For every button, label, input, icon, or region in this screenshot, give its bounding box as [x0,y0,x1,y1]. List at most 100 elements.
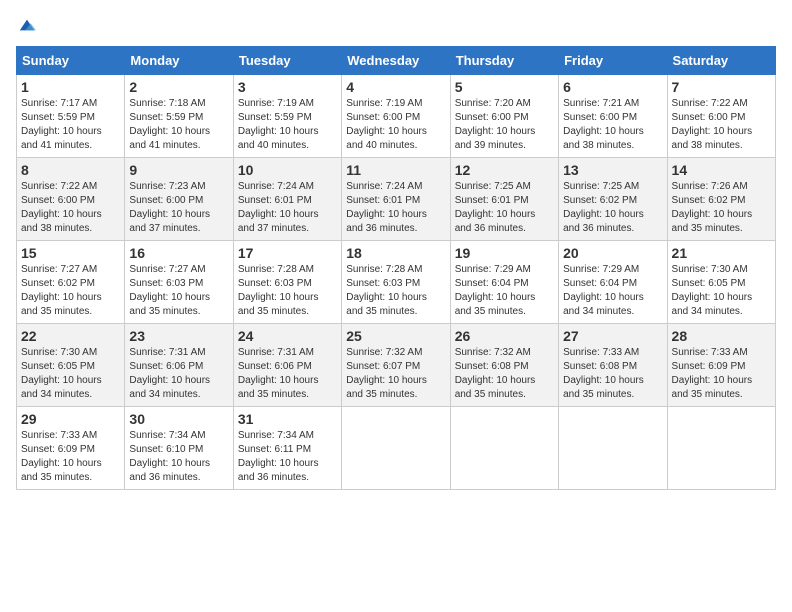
day-info: Sunrise: 7:24 AMSunset: 6:01 PMDaylight:… [346,181,427,234]
day-number: 26 [455,328,554,344]
day-number: 23 [129,328,228,344]
day-info: Sunrise: 7:27 AMSunset: 6:03 PMDaylight:… [129,264,210,317]
calendar-day-cell: 12 Sunrise: 7:25 AMSunset: 6:01 PMDaylig… [450,158,558,241]
calendar-header-row: SundayMondayTuesdayWednesdayThursdayFrid… [17,47,776,75]
day-number: 18 [346,245,445,261]
calendar-day-cell: 7 Sunrise: 7:22 AMSunset: 6:00 PMDayligh… [667,75,775,158]
day-number: 16 [129,245,228,261]
day-info: Sunrise: 7:25 AMSunset: 6:02 PMDaylight:… [563,181,644,234]
calendar-day-cell: 9 Sunrise: 7:23 AMSunset: 6:00 PMDayligh… [125,158,233,241]
calendar-day-cell [342,407,450,490]
day-number: 1 [21,79,120,95]
day-info: Sunrise: 7:28 AMSunset: 6:03 PMDaylight:… [346,264,427,317]
header [16,16,776,34]
day-number: 9 [129,162,228,178]
calendar-day-cell: 27 Sunrise: 7:33 AMSunset: 6:08 PMDaylig… [559,324,667,407]
day-number: 6 [563,79,662,95]
calendar-day-cell: 2 Sunrise: 7:18 AMSunset: 5:59 PMDayligh… [125,75,233,158]
day-number: 10 [238,162,337,178]
day-info: Sunrise: 7:29 AMSunset: 6:04 PMDaylight:… [455,264,536,317]
day-info: Sunrise: 7:33 AMSunset: 6:09 PMDaylight:… [672,347,753,400]
calendar-day-cell: 30 Sunrise: 7:34 AMSunset: 6:10 PMDaylig… [125,407,233,490]
day-number: 22 [21,328,120,344]
calendar-day-cell: 15 Sunrise: 7:27 AMSunset: 6:02 PMDaylig… [17,241,125,324]
day-info: Sunrise: 7:30 AMSunset: 6:05 PMDaylight:… [21,347,102,400]
day-number: 14 [672,162,771,178]
calendar-week-row: 22 Sunrise: 7:30 AMSunset: 6:05 PMDaylig… [17,324,776,407]
day-info: Sunrise: 7:19 AMSunset: 5:59 PMDaylight:… [238,98,319,151]
day-number: 24 [238,328,337,344]
day-info: Sunrise: 7:31 AMSunset: 6:06 PMDaylight:… [238,347,319,400]
day-info: Sunrise: 7:19 AMSunset: 6:00 PMDaylight:… [346,98,427,151]
day-info: Sunrise: 7:33 AMSunset: 6:08 PMDaylight:… [563,347,644,400]
day-number: 15 [21,245,120,261]
calendar-day-header: Thursday [450,47,558,75]
calendar-day-cell: 14 Sunrise: 7:26 AMSunset: 6:02 PMDaylig… [667,158,775,241]
day-info: Sunrise: 7:32 AMSunset: 6:08 PMDaylight:… [455,347,536,400]
calendar-day-header: Monday [125,47,233,75]
day-info: Sunrise: 7:26 AMSunset: 6:02 PMDaylight:… [672,181,753,234]
day-info: Sunrise: 7:22 AMSunset: 6:00 PMDaylight:… [21,181,102,234]
calendar-day-cell: 16 Sunrise: 7:27 AMSunset: 6:03 PMDaylig… [125,241,233,324]
calendar-day-cell: 22 Sunrise: 7:30 AMSunset: 6:05 PMDaylig… [17,324,125,407]
calendar-day-cell: 23 Sunrise: 7:31 AMSunset: 6:06 PMDaylig… [125,324,233,407]
day-info: Sunrise: 7:28 AMSunset: 6:03 PMDaylight:… [238,264,319,317]
calendar-day-header: Friday [559,47,667,75]
day-number: 19 [455,245,554,261]
day-info: Sunrise: 7:34 AMSunset: 6:10 PMDaylight:… [129,430,210,483]
calendar-day-cell: 17 Sunrise: 7:28 AMSunset: 6:03 PMDaylig… [233,241,341,324]
day-info: Sunrise: 7:25 AMSunset: 6:01 PMDaylight:… [455,181,536,234]
calendar-day-cell: 24 Sunrise: 7:31 AMSunset: 6:06 PMDaylig… [233,324,341,407]
calendar-day-cell: 25 Sunrise: 7:32 AMSunset: 6:07 PMDaylig… [342,324,450,407]
day-info: Sunrise: 7:31 AMSunset: 6:06 PMDaylight:… [129,347,210,400]
day-number: 5 [455,79,554,95]
calendar-day-cell: 18 Sunrise: 7:28 AMSunset: 6:03 PMDaylig… [342,241,450,324]
day-info: Sunrise: 7:24 AMSunset: 6:01 PMDaylight:… [238,181,319,234]
calendar-day-cell: 1 Sunrise: 7:17 AMSunset: 5:59 PMDayligh… [17,75,125,158]
day-info: Sunrise: 7:29 AMSunset: 6:04 PMDaylight:… [563,264,644,317]
calendar-day-cell: 26 Sunrise: 7:32 AMSunset: 6:08 PMDaylig… [450,324,558,407]
calendar-day-cell: 29 Sunrise: 7:33 AMSunset: 6:09 PMDaylig… [17,407,125,490]
day-info: Sunrise: 7:33 AMSunset: 6:09 PMDaylight:… [21,430,102,483]
day-number: 30 [129,411,228,427]
day-number: 21 [672,245,771,261]
calendar-day-cell: 13 Sunrise: 7:25 AMSunset: 6:02 PMDaylig… [559,158,667,241]
day-number: 2 [129,79,228,95]
calendar-day-cell: 20 Sunrise: 7:29 AMSunset: 6:04 PMDaylig… [559,241,667,324]
calendar-day-cell: 10 Sunrise: 7:24 AMSunset: 6:01 PMDaylig… [233,158,341,241]
calendar-day-cell: 5 Sunrise: 7:20 AMSunset: 6:00 PMDayligh… [450,75,558,158]
calendar-day-cell: 8 Sunrise: 7:22 AMSunset: 6:00 PMDayligh… [17,158,125,241]
day-number: 27 [563,328,662,344]
calendar-day-cell: 11 Sunrise: 7:24 AMSunset: 6:01 PMDaylig… [342,158,450,241]
calendar-day-cell: 6 Sunrise: 7:21 AMSunset: 6:00 PMDayligh… [559,75,667,158]
day-number: 11 [346,162,445,178]
calendar-table: SundayMondayTuesdayWednesdayThursdayFrid… [16,46,776,490]
day-number: 7 [672,79,771,95]
calendar-week-row: 8 Sunrise: 7:22 AMSunset: 6:00 PMDayligh… [17,158,776,241]
day-info: Sunrise: 7:34 AMSunset: 6:11 PMDaylight:… [238,430,319,483]
day-number: 8 [21,162,120,178]
day-number: 25 [346,328,445,344]
day-number: 3 [238,79,337,95]
calendar-week-row: 29 Sunrise: 7:33 AMSunset: 6:09 PMDaylig… [17,407,776,490]
day-info: Sunrise: 7:20 AMSunset: 6:00 PMDaylight:… [455,98,536,151]
calendar-day-cell: 4 Sunrise: 7:19 AMSunset: 6:00 PMDayligh… [342,75,450,158]
day-number: 12 [455,162,554,178]
day-info: Sunrise: 7:30 AMSunset: 6:05 PMDaylight:… [672,264,753,317]
calendar-day-cell [667,407,775,490]
day-info: Sunrise: 7:32 AMSunset: 6:07 PMDaylight:… [346,347,427,400]
day-info: Sunrise: 7:17 AMSunset: 5:59 PMDaylight:… [21,98,102,151]
day-number: 31 [238,411,337,427]
day-number: 28 [672,328,771,344]
calendar-week-row: 15 Sunrise: 7:27 AMSunset: 6:02 PMDaylig… [17,241,776,324]
day-info: Sunrise: 7:27 AMSunset: 6:02 PMDaylight:… [21,264,102,317]
day-info: Sunrise: 7:23 AMSunset: 6:00 PMDaylight:… [129,181,210,234]
logo-icon [18,16,36,34]
calendar-day-cell: 31 Sunrise: 7:34 AMSunset: 6:11 PMDaylig… [233,407,341,490]
calendar-day-cell [450,407,558,490]
day-number: 13 [563,162,662,178]
calendar-week-row: 1 Sunrise: 7:17 AMSunset: 5:59 PMDayligh… [17,75,776,158]
logo [16,16,36,34]
calendar-day-header: Saturday [667,47,775,75]
calendar-day-cell: 3 Sunrise: 7:19 AMSunset: 5:59 PMDayligh… [233,75,341,158]
